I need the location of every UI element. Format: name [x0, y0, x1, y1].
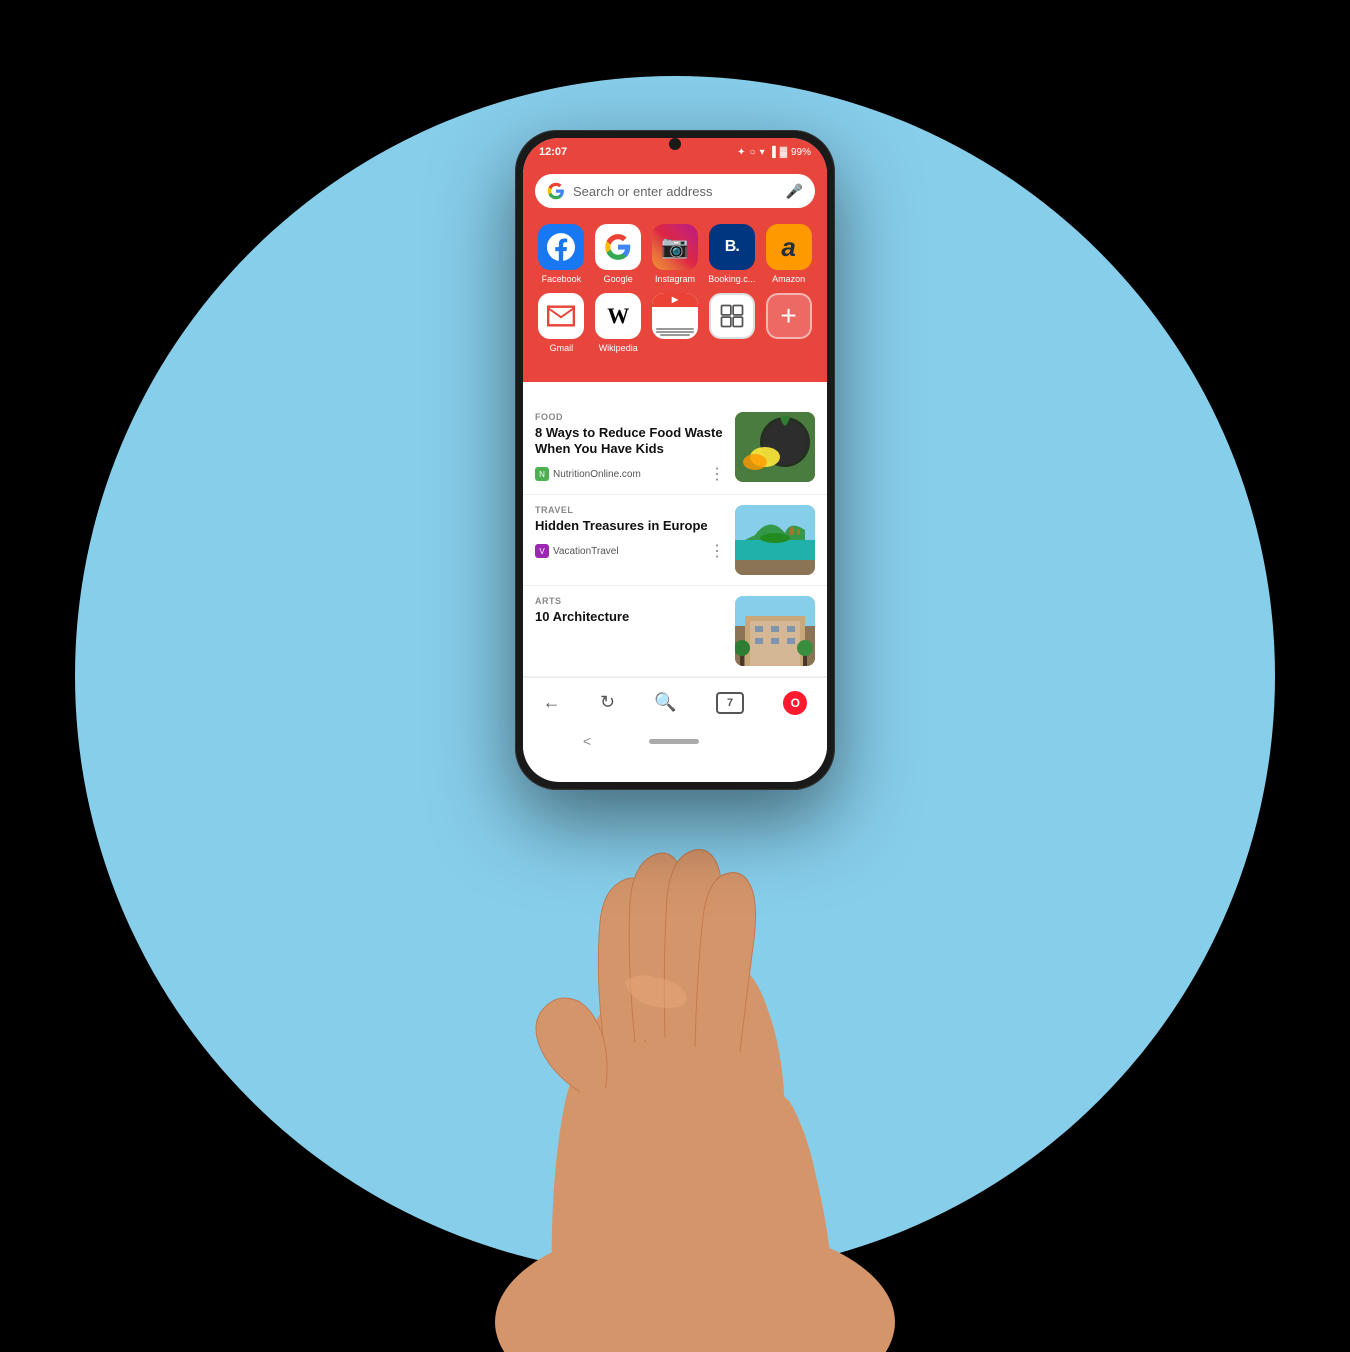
source-name-travel: VacationTravel	[553, 546, 619, 557]
phone-device: 12:07 ✦ ○ ▾ ▐ ▓ 99%	[515, 130, 835, 790]
app-item-instagram[interactable]: 📷 Instagram	[649, 224, 702, 285]
news-title-travel: Hidden Treasures in Europe	[535, 518, 725, 535]
app-item-gmail[interactable]: Gmail	[535, 293, 588, 354]
front-camera	[669, 138, 681, 150]
news-article-food[interactable]: FOOD 8 Ways to Reduce Food Waste When Yo…	[523, 402, 827, 496]
source-name-food: NutritionOnline.com	[553, 469, 641, 480]
news-source-row-travel: V VacationTravel ⋮	[535, 541, 725, 561]
amazon-label: Amazon	[772, 274, 805, 285]
tabs-button[interactable]: 7	[716, 692, 744, 714]
news-article-food-content: FOOD 8 Ways to Reduce Food Waste When Yo…	[535, 412, 725, 485]
gmail-label: Gmail	[550, 343, 574, 354]
news-category-travel: TRAVEL	[535, 505, 725, 515]
app-item-tabmanager[interactable]	[705, 293, 758, 354]
wifi-icon: ▾	[760, 147, 765, 158]
news-title-arts: 10 Architecture	[535, 609, 725, 626]
news-feed: FOOD 8 Ways to Reduce Food Waste When Yo…	[523, 402, 827, 678]
wave-separator	[523, 382, 827, 402]
app-item-wikipedia[interactable]: W Wikipedia	[592, 293, 645, 354]
wikipedia-icon: W	[595, 293, 641, 339]
google-app-icon	[595, 224, 641, 270]
phone-screen: 12:07 ✦ ○ ▾ ▐ ▓ 99%	[523, 138, 827, 782]
bottom-nav: ← ↻ 🔍 7 O	[523, 677, 827, 727]
app-item-amazon[interactable]: a Amazon	[762, 224, 815, 285]
amazon-icon: a	[766, 224, 812, 270]
status-time: 12:07	[539, 146, 567, 158]
booking-label: Booking.c...	[708, 274, 755, 285]
source-icon-nutrition: N	[535, 467, 549, 481]
opera-menu-button[interactable]: O	[783, 691, 807, 715]
bluetooth-icon: ✦	[737, 147, 745, 158]
battery-percent: 99%	[791, 147, 811, 158]
back-button[interactable]: ←	[543, 692, 561, 713]
home-gesture-pill	[649, 739, 699, 744]
google-icon	[547, 182, 565, 200]
tabmanager-icon	[709, 293, 755, 339]
news-article-travel-content: TRAVEL Hidden Treasures in Europe V Vaca…	[535, 505, 725, 561]
instagram-label: Instagram	[655, 274, 695, 285]
news-article-arts[interactable]: ARTS 10 Architecture	[523, 586, 827, 677]
news-thumb-food	[735, 412, 815, 482]
news-title-food: 8 Ways to Reduce Food Waste When You Hav…	[535, 425, 725, 459]
facebook-label: Facebook	[542, 274, 582, 285]
article-menu-food[interactable]: ⋮	[709, 464, 725, 484]
news-source-food: N NutritionOnline.com	[535, 467, 641, 481]
search-button[interactable]: 🔍	[654, 692, 676, 713]
news-thumb-arts	[735, 596, 815, 666]
app-grid: Facebook	[535, 224, 815, 354]
app-item-google[interactable]: Google	[592, 224, 645, 285]
search-placeholder: Search or enter address	[573, 184, 778, 199]
app-item-news[interactable]: ▶	[649, 293, 702, 354]
news-source-travel: V VacationTravel	[535, 544, 619, 558]
phone-body: 12:07 ✦ ○ ▾ ▐ ▓ 99%	[515, 130, 835, 790]
news-category-food: FOOD	[535, 412, 725, 422]
app-item-add[interactable]: +	[762, 293, 815, 354]
news-source-row-food: N NutritionOnline.com ⋮	[535, 464, 725, 484]
news-icon: ▶	[652, 293, 698, 339]
app-item-booking[interactable]: B. Booking.c...	[705, 224, 758, 285]
news-article-travel[interactable]: TRAVEL Hidden Treasures in Europe V Vaca…	[523, 495, 827, 586]
news-category-arts: ARTS	[535, 596, 725, 606]
opera-logo: O	[791, 696, 800, 710]
app-item-facebook[interactable]: Facebook	[535, 224, 588, 285]
google-label: Google	[604, 274, 633, 285]
status-icons: ✦ ○ ▾ ▐ ▓ 99%	[737, 147, 811, 158]
nfc-icon: ○	[750, 147, 756, 158]
refresh-button[interactable]: ↻	[600, 692, 615, 713]
article-menu-travel[interactable]: ⋮	[709, 541, 725, 561]
booking-icon: B.	[709, 224, 755, 270]
facebook-icon	[538, 224, 584, 270]
gesture-bar: < <	[523, 727, 827, 755]
add-icon: +	[766, 293, 812, 339]
source-icon-travel: V	[535, 544, 549, 558]
microphone-icon[interactable]: 🎤	[786, 183, 803, 200]
wikipedia-label: Wikipedia	[599, 343, 638, 354]
battery-icon: ▓	[780, 147, 787, 158]
tabs-count: 7	[727, 697, 733, 709]
search-bar[interactable]: Search or enter address 🎤	[535, 174, 815, 208]
scene: 12:07 ✦ ○ ▾ ▐ ▓ 99%	[0, 0, 1350, 1352]
signal-icon: ▐	[769, 147, 776, 158]
news-thumb-travel	[735, 505, 815, 575]
top-section: Search or enter address 🎤 Facebook	[523, 166, 827, 382]
back-gesture: <	[583, 733, 591, 749]
gmail-icon	[538, 293, 584, 339]
news-article-arts-content: ARTS 10 Architecture	[535, 596, 725, 632]
instagram-icon: 📷	[652, 224, 698, 270]
